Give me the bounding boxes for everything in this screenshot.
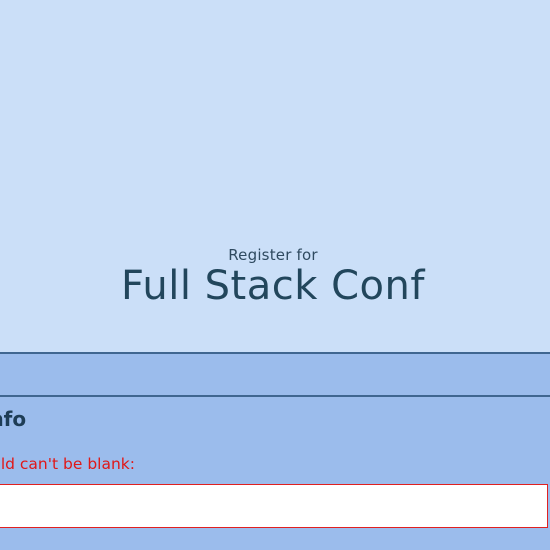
section-heading: Info	[0, 407, 27, 431]
page-title: Full Stack Conf	[121, 263, 425, 309]
field-error-message: ield can't be blank:	[0, 455, 135, 473]
text-field[interactable]	[0, 484, 548, 528]
section-band	[0, 354, 550, 397]
info-section: Info ield can't be blank:	[0, 397, 550, 550]
hero-banner: Register for Full Stack Conf	[0, 0, 550, 354]
registration-page: Register for Full Stack Conf Info ield c…	[0, 0, 550, 550]
